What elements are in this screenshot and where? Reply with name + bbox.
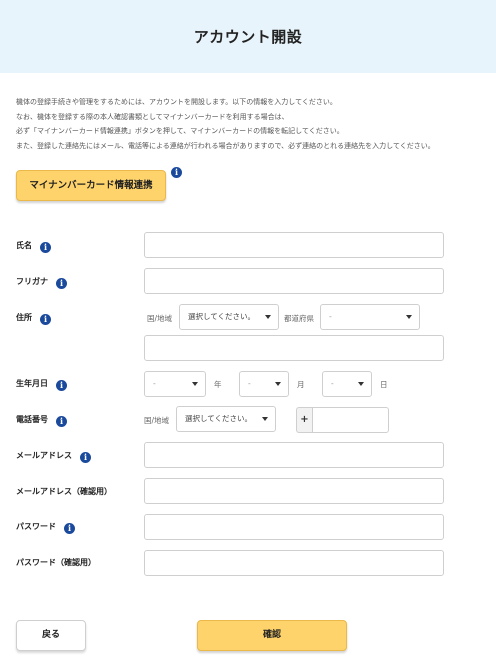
birth-day-select[interactable]: - (322, 371, 372, 397)
furigana-input[interactable] (144, 268, 444, 294)
address-label: 住所 i (16, 312, 51, 325)
prefecture-label: 都道府県 (284, 314, 314, 323)
info-icon[interactable]: i (56, 416, 67, 427)
mynumber-card-link-button[interactable]: マイナンバーカード情報連携 (16, 170, 166, 201)
email-confirm-input[interactable] (144, 478, 444, 504)
prefecture-select[interactable]: - (320, 304, 420, 330)
chevron-down-icon (265, 315, 271, 319)
name-input[interactable] (144, 232, 444, 258)
page-title: アカウント開設 (193, 28, 303, 46)
year-unit: 年 (214, 380, 222, 389)
email-input[interactable] (144, 442, 444, 468)
intro-line: また、登録した連絡先にはメール、電話等による連絡が行われる場合がありますので、必… (16, 141, 435, 150)
phone-country-label: 国/地域 (144, 416, 170, 425)
info-icon[interactable]: i (64, 523, 75, 534)
intro-line: なお、機体を登録する際の本人確認書類としてマイナンバーカードを利用する場合は、 (16, 112, 289, 121)
info-icon[interactable]: i (56, 380, 67, 391)
intro-line: 必ず「マイナンバーカード情報連携」ボタンを押して、マイナンバーカードの情報を転記… (16, 127, 344, 135)
phone-country-select[interactable]: 選択してください。 (176, 406, 276, 432)
intro-text: 機体の登録手続きや管理をするためには、アカウントを開設します。以下の情報を入力し… (16, 95, 486, 153)
intro-line: 機体の登録手続きや管理をするためには、アカウントを開設します。以下の情報を入力し… (16, 98, 337, 106)
info-icon[interactable]: i (80, 452, 91, 463)
email-label: メールアドレス i (16, 450, 91, 463)
password-confirm-label: パスワード（確認用） (16, 558, 96, 567)
info-icon[interactable]: i (40, 314, 51, 325)
info-icon[interactable]: i (40, 242, 51, 253)
chevron-down-icon (406, 315, 412, 319)
address-line-input[interactable] (144, 335, 444, 361)
name-label: 氏名 i (16, 240, 51, 253)
password-confirm-input[interactable] (144, 550, 444, 576)
chevron-down-icon (275, 382, 281, 386)
furigana-label: フリガナ i (16, 276, 67, 289)
chevron-down-icon (358, 382, 364, 386)
phone-plus-prefix: + (296, 407, 312, 433)
chevron-down-icon (192, 382, 198, 386)
page-header: アカウント開設 (0, 0, 496, 73)
phone-label: 電話番号 i (16, 414, 67, 427)
confirm-button[interactable]: 確認 (197, 620, 347, 651)
password-label: パスワード i (16, 521, 75, 534)
info-icon[interactable]: i (56, 278, 67, 289)
back-button[interactable]: 戻る (16, 620, 86, 651)
password-input[interactable] (144, 514, 444, 540)
birthdate-label: 生年月日 i (16, 378, 67, 391)
address-country-label: 国/地域 (147, 314, 173, 323)
address-country-select[interactable]: 選択してください。 (179, 304, 279, 330)
month-unit: 月 (297, 380, 305, 389)
info-icon[interactable]: i (171, 167, 182, 178)
day-unit: 日 (380, 380, 388, 389)
birth-month-select[interactable]: - (239, 371, 289, 397)
phone-number-input[interactable] (312, 407, 389, 433)
email-confirm-label: メールアドレス（確認用） (16, 487, 112, 496)
birth-year-select[interactable]: - (144, 371, 206, 397)
chevron-down-icon (262, 417, 268, 421)
